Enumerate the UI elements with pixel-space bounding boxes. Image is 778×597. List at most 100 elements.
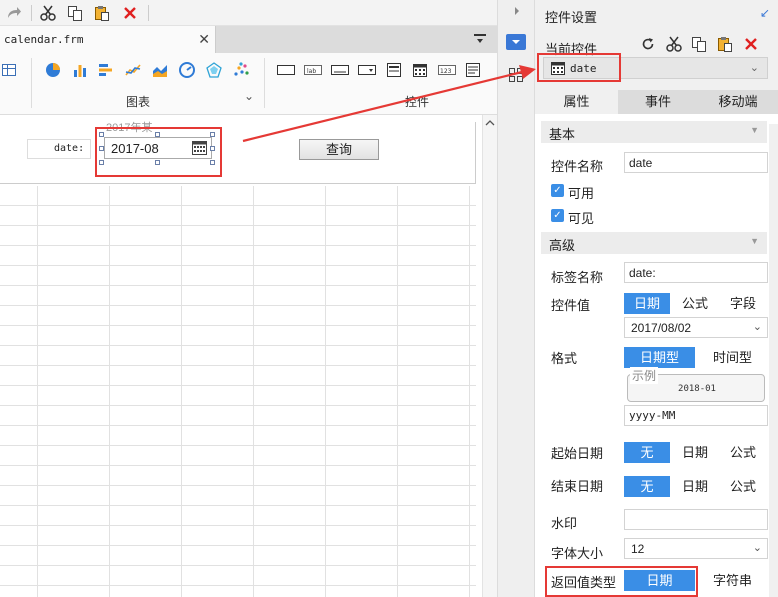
section-advanced[interactable]: 高级 ▼ [541,232,767,254]
widget-value-date-select[interactable]: 2017/08/02 ⌄ [624,317,768,338]
format-type-time[interactable]: 时间型 [697,347,768,368]
enabled-checkbox[interactable]: ✓ [551,184,564,197]
vertical-scrollbar[interactable] [482,115,497,597]
copy-icon[interactable] [690,35,708,53]
delete-icon[interactable] [742,35,760,53]
panel-scrollbar[interactable] [769,124,778,597]
file-tab-strip: calendar.frm ✕ [0,26,497,53]
value-type-date[interactable]: 日期 [624,293,670,314]
query-button[interactable]: 查询 [299,139,379,160]
return-type-string[interactable]: 字符串 [697,570,768,591]
format-example-value: 2018-01 [678,384,716,394]
close-icon[interactable]: ✕ [198,31,210,48]
radar-chart-icon[interactable] [205,61,223,79]
value-type-field[interactable]: 字段 [720,293,766,314]
start-date-date[interactable]: 日期 [672,442,718,463]
bar-chart-icon[interactable] [71,61,89,79]
paste-icon[interactable] [716,35,734,53]
properties-pane: 基本 ▼ 控件名称 date ✓ 可用 ✓ 可见 高级 ▼ 标签名称 date:… [535,114,778,597]
font-size-value: 12 [631,542,645,556]
horizontal-bar-icon[interactable] [97,61,115,79]
start-date-none[interactable]: 无 [624,442,670,463]
listbox-widget-icon[interactable] [385,61,403,79]
date-label-widget[interactable]: date: [27,139,91,159]
expand-arrow-icon[interactable] [512,6,522,16]
tab-menu-icon[interactable] [473,32,487,46]
combobox-widget-icon[interactable] [358,61,376,79]
textarea-widget-icon[interactable] [464,61,482,79]
label-widget-icon[interactable]: lab [304,61,322,79]
component-tree-icon[interactable] [508,67,524,83]
start-date-label: 起始日期 [551,446,604,461]
panel-title: 控件设置 [545,10,598,25]
end-date-date[interactable]: 日期 [672,476,718,497]
pie-chart-icon[interactable] [44,61,62,79]
quick-access-toolbar [0,0,497,26]
format-type-date[interactable]: 日期型 [624,347,695,368]
section-basic[interactable]: 基本 ▼ [541,121,767,143]
value-type-formula[interactable]: 公式 [672,293,718,314]
tab-mobile[interactable]: 移动端 [698,90,778,114]
refresh-icon[interactable] [639,35,657,53]
tab-properties[interactable]: 属性 [535,90,618,114]
number-widget-icon[interactable]: 123 [438,61,456,79]
font-size-label: 字体大小 [551,546,604,561]
widget-name-input[interactable]: date [624,152,768,173]
collapse-icon[interactable]: ↙ [760,6,770,20]
visible-checkbox[interactable]: ✓ [551,209,564,222]
paste-icon[interactable] [92,3,112,23]
end-date-formula[interactable]: 公式 [720,476,766,497]
button-widget-icon[interactable] [277,61,295,79]
file-tab[interactable]: calendar.frm ✕ [0,26,216,53]
cut-icon[interactable] [665,35,683,53]
highlight-box [537,53,621,82]
chart-group-label: 图表 [126,95,151,109]
scatter-chart-icon[interactable] [232,61,250,79]
watermark-input[interactable] [624,509,768,530]
chevron-down-icon[interactable]: ⌄ [750,61,759,74]
chevron-down-icon[interactable]: ⌄ [753,320,762,333]
redo-icon[interactable] [4,3,24,23]
chevron-down-icon[interactable]: ⌄ [753,541,762,554]
end-date-none[interactable]: 无 [624,476,670,497]
collapse-arrow-icon[interactable]: ▼ [750,125,759,135]
date-widget-icon[interactable] [411,61,429,79]
widget-settings-panel: 控件设置 ↙ 当前控件 date ⌄ 属性 事件 移动端 基本 ▼ 控件名称 d… [535,0,778,597]
panel-tabs: 属性 事件 移动端 [535,90,778,114]
visible-label: 可见 [568,211,595,226]
svg-text:123: 123 [440,68,452,75]
widget-value-date: 2017/08/02 [631,321,692,335]
report-grid[interactable] [0,186,476,597]
chevron-down-icon[interactable]: ⌄ [244,89,254,103]
highlight-box [95,127,222,177]
widget-name-label: 控件名称 [551,159,604,174]
watermark-label: 水印 [551,516,578,531]
format-pattern-input[interactable]: yyyy-MM [624,405,768,426]
widget-group-label: 控件 [405,95,430,109]
highlight-box [545,566,698,597]
end-date-label: 结束日期 [551,479,604,494]
designer-area: calendar.frm ✕ 图表 ⌄ lab 123 控件 date: 201… [0,0,497,597]
tag-name-input[interactable]: date: [624,262,768,283]
delete-icon[interactable] [120,3,140,23]
copy-icon[interactable] [65,3,85,23]
ribbon: 图表 ⌄ lab 123 控件 [0,53,497,115]
section-advanced-label: 高级 [549,238,576,253]
widget-value-label: 控件值 [551,298,591,313]
tab-events[interactable]: 事件 [618,90,698,114]
format-example-legend: 示例 [630,367,659,384]
textfield-widget-icon[interactable] [331,61,349,79]
gauge-chart-icon[interactable] [178,61,196,79]
widget-settings-icon[interactable] [506,34,526,50]
table-icon[interactable] [0,61,18,79]
svg-text:lab: lab [307,68,316,75]
enabled-label: 可用 [568,186,595,201]
start-date-formula[interactable]: 公式 [720,442,766,463]
format-label: 格式 [551,351,578,366]
tag-name-label: 标签名称 [551,270,604,285]
font-size-select[interactable]: 12 ⌄ [624,538,768,559]
line-chart-icon[interactable] [124,61,142,79]
area-chart-icon[interactable] [151,61,169,79]
collapse-arrow-icon[interactable]: ▼ [750,236,759,246]
cut-icon[interactable] [38,3,58,23]
